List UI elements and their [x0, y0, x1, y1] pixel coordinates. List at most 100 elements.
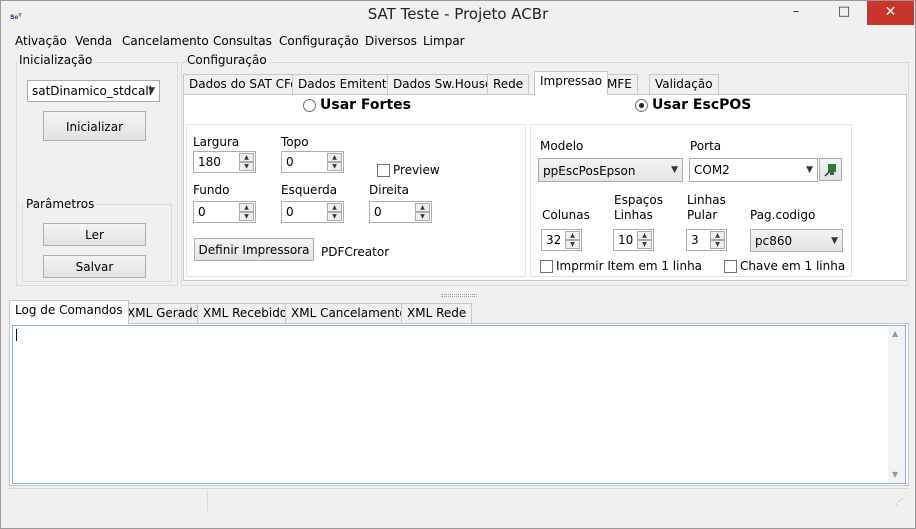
- port-config-button[interactable]: [819, 158, 842, 181]
- plug-icon: [823, 164, 836, 177]
- imprimir-item-label: Imprmir Item em 1 linha: [556, 259, 703, 273]
- espacos-label-2: Linhas: [614, 208, 653, 222]
- maximize-button[interactable]: □: [821, 1, 867, 25]
- topo-spin[interactable]: 0 ▲ ▼: [281, 151, 344, 173]
- largura-spin[interactable]: 180 ▲ ▼: [193, 151, 256, 173]
- largura-label: Largura: [193, 135, 240, 149]
- direita-value: 0: [374, 205, 382, 219]
- imprimir-item-checkbox[interactable]: [540, 260, 553, 273]
- chave-label: Chave em 1 linha: [740, 259, 846, 273]
- tab-xml-recebido[interactable]: XML Recebido: [197, 303, 294, 323]
- maximize-icon: □: [837, 4, 851, 19]
- linhas-spin[interactable]: 3 ▲ ▼: [686, 229, 727, 251]
- direita-label: Direita: [369, 183, 410, 197]
- spin-up-icon[interactable]: ▲: [327, 203, 342, 212]
- lib-select-value: satDinamico_stdcall: [32, 84, 152, 98]
- spin-down-icon[interactable]: ▼: [565, 240, 580, 249]
- lib-select[interactable]: satDinamico_stdcall ▼: [27, 80, 160, 102]
- modelo-select[interactable]: ppEscPosEpson ▼: [538, 158, 683, 182]
- status-divider: [207, 491, 208, 511]
- spin-up-icon[interactable]: ▲: [239, 153, 254, 162]
- menu-consultas[interactable]: Consultas: [213, 34, 272, 48]
- init-button[interactable]: Inicializar: [43, 111, 146, 141]
- fundo-value: 0: [198, 205, 206, 219]
- app-window: s₈ᵀ SAT Teste - Projeto ACBr – □ ✕ Ativa…: [0, 0, 916, 529]
- linhas-value: 3: [691, 233, 699, 247]
- spin-up-icon[interactable]: ▲: [327, 153, 342, 162]
- menu-venda[interactable]: Venda: [75, 34, 112, 48]
- porta-combo[interactable]: COM2 ▼: [689, 158, 818, 182]
- tab-validacao[interactable]: Validação: [649, 74, 719, 94]
- colunas-label: Colunas: [542, 208, 590, 222]
- porta-label: Porta: [690, 139, 722, 153]
- spin-up-icon[interactable]: ▲: [637, 231, 652, 240]
- esquerda-value: 0: [286, 205, 294, 219]
- tab-dados-emitente[interactable]: Dados Emitente: [292, 74, 401, 94]
- pagcodigo-select[interactable]: pc860 ▼: [750, 229, 843, 252]
- fundo-spin[interactable]: 0 ▲ ▼: [193, 201, 256, 223]
- minimize-icon: –: [792, 4, 800, 19]
- splitter-handle[interactable]: [441, 294, 477, 297]
- espacos-spin[interactable]: 10 ▲ ▼: [613, 229, 654, 251]
- menu-ativacao[interactable]: Ativação: [15, 34, 67, 48]
- colunas-value: 32: [546, 233, 562, 247]
- read-button[interactable]: Ler: [43, 223, 146, 246]
- title-bar: s₈ᵀ SAT Teste - Projeto ACBr – □ ✕: [1, 1, 915, 31]
- definir-impressora-button[interactable]: Definir Impressora: [194, 238, 314, 261]
- direita-spin[interactable]: 0 ▲ ▼: [369, 201, 432, 223]
- esquerda-spin[interactable]: 0 ▲ ▼: [281, 201, 344, 223]
- modelo-value: ppEscPosEpson: [543, 164, 636, 178]
- spin-up-icon[interactable]: ▲: [565, 231, 580, 240]
- spin-down-icon[interactable]: ▼: [239, 212, 254, 221]
- close-button[interactable]: ✕: [867, 1, 914, 25]
- tab-xml-cancelamento[interactable]: XML Cancelamento: [285, 303, 413, 323]
- preview-checkbox[interactable]: [377, 164, 390, 177]
- fundo-label: Fundo: [193, 183, 230, 197]
- save-button[interactable]: Salvar: [43, 255, 146, 278]
- chevron-down-icon: ▼: [148, 86, 155, 96]
- minimize-button[interactable]: –: [773, 1, 819, 25]
- espacos-value: 10: [618, 233, 634, 247]
- topo-value: 0: [286, 155, 294, 169]
- chevron-down-icon: ▼: [831, 235, 838, 246]
- linhas-label: Linhas: [687, 193, 726, 207]
- radio-escpos-label: Usar EscPOS: [652, 97, 752, 113]
- radio-escpos[interactable]: [635, 99, 648, 112]
- log-textarea[interactable]: ▲ ▼: [12, 325, 906, 484]
- largura-value: 180: [198, 155, 221, 169]
- tab-dados-sat[interactable]: Dados do SAT CFe: [183, 74, 304, 94]
- chave-checkbox[interactable]: [724, 260, 737, 273]
- menu-bar: Ativação Venda Cancelamento Consultas Co…: [1, 32, 915, 52]
- log-scrollbar[interactable]: ▲ ▼: [888, 326, 905, 483]
- spin-down-icon[interactable]: ▼: [327, 212, 342, 221]
- tab-impressao[interactable]: Impressao: [534, 71, 609, 95]
- spin-up-icon[interactable]: ▲: [239, 203, 254, 212]
- pagcodigo-label: Pag.codigo: [750, 208, 816, 222]
- text-caret: [16, 329, 17, 341]
- menu-diversos[interactable]: Diversos: [365, 34, 417, 48]
- params-group-label: Parâmetros: [24, 197, 97, 211]
- spin-up-icon[interactable]: ▲: [415, 203, 430, 212]
- tab-log-comandos[interactable]: Log de Comandos: [9, 300, 129, 324]
- chevron-down-icon: ▼: [806, 165, 813, 175]
- tab-dados-swhouse[interactable]: Dados Sw.House: [387, 74, 499, 94]
- spin-down-icon[interactable]: ▼: [415, 212, 430, 221]
- colunas-spin[interactable]: 32 ▲ ▼: [541, 229, 582, 251]
- spin-down-icon[interactable]: ▼: [239, 162, 254, 171]
- tab-xml-gerado[interactable]: XML Gerado: [121, 303, 207, 323]
- scroll-down-icon[interactable]: ▼: [892, 470, 898, 479]
- spin-down-icon[interactable]: ▼: [637, 240, 652, 249]
- tab-xml-rede[interactable]: XML Rede: [401, 303, 473, 323]
- menu-limpar[interactable]: Limpar: [423, 34, 465, 48]
- modelo-label: Modelo: [540, 139, 584, 153]
- spin-up-icon[interactable]: ▲: [710, 231, 725, 240]
- resize-grip-icon[interactable]: ⋰: [895, 497, 903, 506]
- spin-down-icon[interactable]: ▼: [327, 162, 342, 171]
- tab-rede[interactable]: Rede: [487, 74, 530, 94]
- radio-fortes[interactable]: [303, 99, 316, 112]
- scroll-up-icon[interactable]: ▲: [892, 329, 898, 338]
- spin-down-icon[interactable]: ▼: [710, 240, 725, 249]
- menu-cancelamento[interactable]: Cancelamento: [122, 34, 209, 48]
- preview-label: Preview: [393, 163, 440, 177]
- menu-configuracao[interactable]: Configuração: [279, 34, 359, 48]
